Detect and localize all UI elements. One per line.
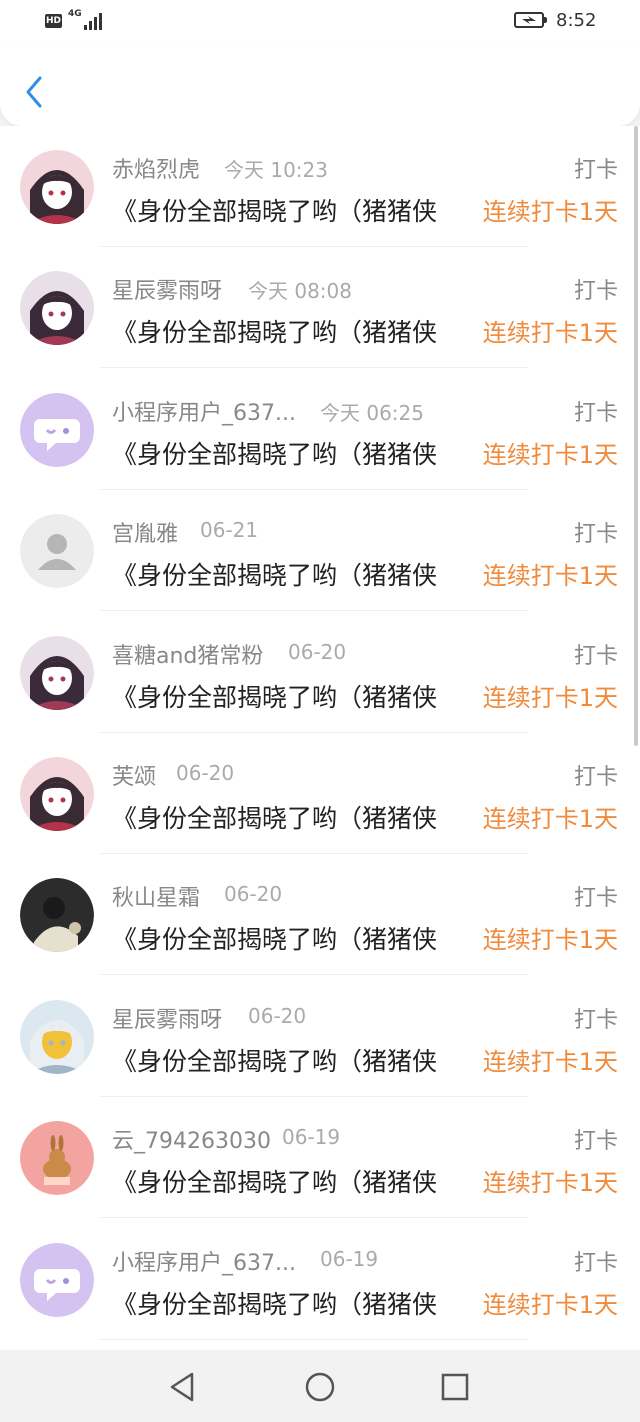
post-date: 06-20 xyxy=(248,1003,307,1028)
chevron-left-icon xyxy=(26,76,42,108)
user-name: 星辰雾雨呀 xyxy=(112,279,223,305)
post-date: 06-19 xyxy=(320,1246,379,1271)
checkin-content: 《身份全部揭晓了哟（猪猪侠 xyxy=(112,1168,438,1198)
checkin-record-row[interactable]: 宫胤雅 06-21 打卡《身份全部揭晓了哟（猪猪侠 连续打卡1天 xyxy=(0,490,640,612)
user-name: 云_794263030 xyxy=(112,1129,271,1155)
checkin-record-row[interactable]: 小程序用户_637... 06-19 打卡《身份全部揭晓了哟（猪猪侠 连续打卡1天 xyxy=(0,1219,640,1340)
battery-icon xyxy=(514,12,547,28)
post-date: 06-20 xyxy=(176,761,235,785)
user-name: 星辰雾雨呀 xyxy=(112,1007,223,1033)
user-avatar[interactable] xyxy=(20,271,94,346)
checkin-content: 《身份全部揭晓了哟（猪猪侠 xyxy=(112,682,438,712)
checkin-record-row[interactable]: 赤焰烈虎 今天 10:23 打卡《身份全部揭晓了哟（猪猪侠 连续打卡1天 xyxy=(0,126,640,247)
checkin-tag: 打卡 xyxy=(573,400,618,426)
checkin-record-row[interactable]: 喜糖and猪常粉 06-20 打卡《身份全部揭晓了哟（猪猪侠 连续打卡1天 xyxy=(0,612,640,733)
back-button[interactable] xyxy=(22,74,50,110)
streak-label: 连续打卡1天 xyxy=(482,1169,618,1198)
triangle-back-icon xyxy=(170,1372,194,1402)
checkin-tag: 打卡 xyxy=(573,1250,618,1276)
checkin-content: 《身份全部揭晓了哟（猪猪侠 xyxy=(112,804,438,833)
streak-label: 连续打卡1天 xyxy=(482,562,618,591)
signal-icon xyxy=(78,12,102,30)
checkin-content: 《身份全部揭晓了哟（猪猪侠 xyxy=(112,318,438,348)
checkin-record-row[interactable]: 秋山星霜 06-20 打卡《身份全部揭晓了哟（猪猪侠 连续打卡1天 xyxy=(0,854,640,976)
checkin-content: 《身份全部揭晓了哟（猪猪侠 xyxy=(112,439,438,469)
user-avatar[interactable] xyxy=(20,150,94,224)
post-date: 06-19 xyxy=(282,1125,341,1150)
user-name: 喜糖and猪常粉 xyxy=(112,643,264,669)
user-avatar[interactable] xyxy=(20,635,94,710)
streak-label: 连续打卡1天 xyxy=(482,926,618,955)
checkin-record-row[interactable]: 星辰雾雨呀 06-20 打卡《身份全部揭晓了哟（猪猪侠 连续打卡1天 xyxy=(0,976,640,1097)
checkin-record-row[interactable]: 云_794263030 06-19 打卡《身份全部揭晓了哟（猪猪侠 连续打卡1天 xyxy=(0,1097,640,1219)
checkin-content: 《身份全部揭晓了哟（猪猪侠 xyxy=(112,561,438,591)
checkin-tag: 打卡 xyxy=(573,279,618,305)
nav-home-button[interactable] xyxy=(303,1370,337,1404)
checkin-tag: 打卡 xyxy=(573,1007,618,1033)
user-name: 赤焰烈虎 xyxy=(112,158,201,183)
checkin-record-row[interactable]: 芙颂 06-20 打卡《身份全部揭晓了哟（猪猪侠 连续打卡1天 xyxy=(0,733,640,854)
checkin-tag: 打卡 xyxy=(573,158,618,183)
user-avatar[interactable] xyxy=(20,514,94,589)
row-divider xyxy=(100,1338,528,1340)
circle-home-icon xyxy=(305,1372,335,1402)
clock: 8:52 xyxy=(556,10,597,31)
top-nav-bar xyxy=(0,44,640,126)
checkin-list: 赤焰烈虎 今天 10:23 打卡 《身份全部揭晓了哟（猪猪侠 连续打卡1天 星辰雾雨呀 今天… xyxy=(0,126,640,1350)
checkin-record-row[interactable]: 星辰雾雨呀 今天 08:08 打卡《身份全部揭晓了哟（猪猪侠 连续打卡1天 xyxy=(0,247,640,369)
user-name: 小程序用户_637... xyxy=(112,400,296,426)
streak-label: 连续打卡1天 xyxy=(482,319,618,348)
user-name: 秋山星霜 xyxy=(112,886,201,912)
user-avatar[interactable] xyxy=(20,999,94,1074)
post-date: 06-20 xyxy=(224,882,283,907)
streak-label: 连续打卡1天 xyxy=(482,683,618,712)
checkin-tag: 打卡 xyxy=(573,765,618,790)
streak-label: 连续打卡1天 xyxy=(482,440,618,469)
post-date: 今天 10:23 xyxy=(224,158,328,182)
user-avatar[interactable] xyxy=(20,1121,94,1196)
hd-badge: HD xyxy=(45,14,62,28)
checkin-tag: 打卡 xyxy=(573,886,618,912)
streak-label: 连续打卡1天 xyxy=(482,1290,618,1319)
streak-label: 连续打卡1天 xyxy=(482,1047,618,1076)
nav-recents-button[interactable] xyxy=(438,1370,472,1404)
checkin-tag: 打卡 xyxy=(573,1129,618,1155)
checkin-content: 《身份全部揭晓了哟（猪猪侠 xyxy=(112,197,438,226)
checkin-record-row[interactable]: 小程序用户_637... 今天 06:25 打卡《身份全部揭晓了哟（猪猪侠 连续打卡1… xyxy=(0,369,640,490)
user-avatar[interactable] xyxy=(20,878,94,953)
user-avatar[interactable] xyxy=(20,392,94,467)
nav-back-button[interactable] xyxy=(166,1370,200,1404)
checkin-content: 《身份全部揭晓了哟（猪猪侠 xyxy=(112,1289,438,1319)
status-bar: HD 4G 8:52 xyxy=(0,0,640,44)
user-name: 小程序用户_637... xyxy=(112,1250,296,1276)
checkin-content: 《身份全部揭晓了哟（猪猪侠 xyxy=(112,1046,438,1076)
checkin-tag: 打卡 xyxy=(573,522,618,548)
system-nav-bar xyxy=(0,1350,640,1422)
square-recents-icon xyxy=(441,1373,469,1401)
streak-label: 连续打卡1天 xyxy=(482,805,618,833)
post-date: 06-21 xyxy=(200,518,259,543)
post-date: 今天 06:25 xyxy=(320,400,424,425)
post-date: 06-20 xyxy=(288,639,347,664)
user-avatar[interactable] xyxy=(20,757,94,831)
checkin-content: 《身份全部揭晓了哟（猪猪侠 xyxy=(112,925,438,955)
user-avatar[interactable] xyxy=(20,1242,94,1317)
checkin-tag: 打卡 xyxy=(573,643,618,669)
post-date: 今天 08:08 xyxy=(248,279,352,304)
streak-label: 连续打卡1天 xyxy=(482,198,618,226)
user-name: 宫胤雅 xyxy=(112,522,179,548)
user-name: 芙颂 xyxy=(112,765,157,790)
scrollbar[interactable] xyxy=(634,126,638,746)
